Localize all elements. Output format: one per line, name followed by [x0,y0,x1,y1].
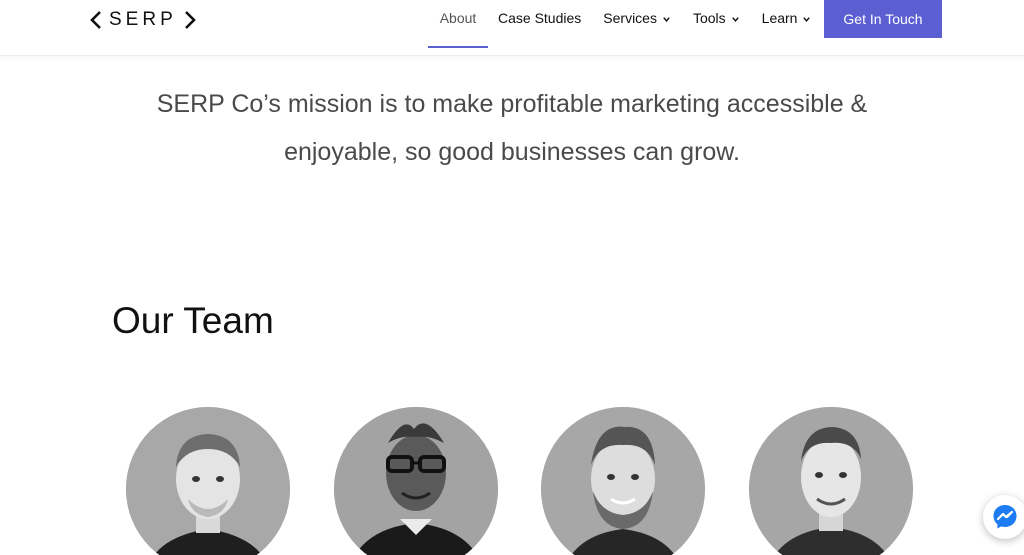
chevron-down-icon [731,16,739,22]
team-member-avatar[interactable] [749,407,913,555]
nav-item-about[interactable]: About [428,0,488,48]
team-member-avatar[interactable] [541,407,705,555]
serp-logo[interactable]: SERP [89,9,197,31]
logo-text: SERP [109,9,177,30]
team-member-photo [541,407,705,555]
team-member-photo [126,407,290,555]
chevron-left-icon [90,11,101,29]
get-in-touch-button[interactable]: Get In Touch [824,0,942,38]
team-member-avatar[interactable] [334,407,498,555]
messenger-chat-button[interactable] [983,495,1024,539]
nav-item-label: Tools [692,10,726,26]
nav-item-label: About [439,10,477,26]
nav-item-label: Learn [761,10,798,26]
mission-line-2: enjoyable, so good businesses can grow. [284,138,740,166]
nav-item-services[interactable]: Services [603,0,671,48]
team-member-photo [749,407,913,555]
nav-item-case-studies[interactable]: Case Studies [498,0,581,48]
team-member-avatar[interactable] [126,407,290,555]
chevron-down-icon [803,16,811,22]
main-nav: About Case Studies Services Tools Learn [428,0,811,48]
mission-statement: SERP Co’s mission is to make profitable … [112,80,912,176]
messenger-icon [993,505,1017,529]
nav-item-tools[interactable]: Tools [693,0,740,48]
nav-item-label: Case Studies [498,10,582,26]
mission-line-1: SERP Co’s mission is to make profitable … [156,90,868,118]
active-underline [428,46,488,48]
nav-item-learn[interactable]: Learn [762,0,812,48]
chevron-down-icon [663,16,670,22]
team-member-photo [334,407,498,555]
team-heading: Our Team [112,300,274,341]
nav-item-label: Services [603,10,657,26]
chevron-right-icon [184,11,196,29]
site-header: SERP About Case Studies Services Tools L… [0,0,1024,56]
